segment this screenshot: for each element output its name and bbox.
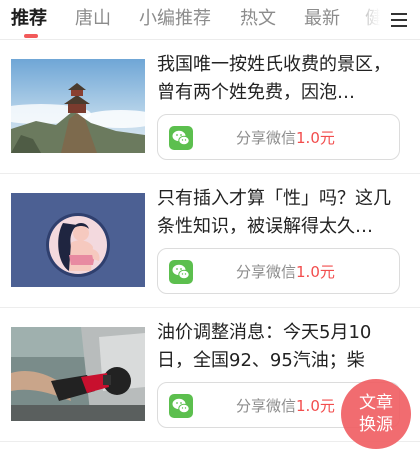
article-title[interactable]: 只有插入才算「性」吗？这几条性知识，被误解得太久… <box>157 185 397 241</box>
hamburger-menu-icon[interactable] <box>380 0 420 39</box>
share-price: 1.0元 <box>296 263 335 281</box>
article-title[interactable]: 油价调整消息：今天5月10日，全国92、95汽油；柴油… <box>157 319 397 375</box>
mountain-pagoda-image[interactable] <box>11 59 145 153</box>
share-wechat-button[interactable]: 分享微信1.0元 <box>157 248 400 294</box>
share-price: 1.0元 <box>296 397 335 415</box>
tab-fade-overlay <box>350 0 380 39</box>
fuel-nozzle-car-image[interactable] <box>11 327 145 421</box>
mountain-pagoda-illustration <box>11 59 145 153</box>
share-text: 分享微信 <box>236 397 297 415</box>
app-root: 推荐 唐山 小编推荐 热文 最新 健 <box>0 0 420 455</box>
illustration-woman-circle-image[interactable] <box>11 193 145 287</box>
share-label: 分享微信1.0元 <box>236 396 335 416</box>
tab-recommend[interactable]: 推荐 <box>11 7 47 31</box>
menu-bar-bottom <box>391 25 407 27</box>
article-feed: 我国唯一按姓氏收费的景区，曾有两个姓免费，因泡… 分享微信1.0元 只有插入才算… <box>0 40 420 442</box>
woman-illustration <box>11 193 145 287</box>
share-text: 分享微信 <box>236 129 297 147</box>
tab-latest[interactable]: 最新 <box>304 7 340 31</box>
wechat-icon <box>169 260 193 284</box>
wechat-icon <box>169 126 193 150</box>
menu-bar-top <box>391 13 407 15</box>
share-wechat-button[interactable]: 分享微信1.0元 <box>157 114 400 160</box>
article-item[interactable]: 我国唯一按姓氏收费的景区，曾有两个姓免费，因泡… 分享微信1.0元 <box>0 40 420 174</box>
tab-tangshan[interactable]: 唐山 <box>75 7 111 31</box>
active-tab-indicator <box>24 34 38 38</box>
fuel-nozzle-illustration <box>11 327 145 421</box>
share-price: 1.0元 <box>296 129 335 147</box>
menu-bar-middle <box>391 19 407 21</box>
share-label: 分享微信1.0元 <box>236 262 335 282</box>
switch-source-line1: 文章 <box>359 393 393 413</box>
article-item[interactable]: 只有插入才算「性」吗？这几条性知识，被误解得太久… 分享微信1.0元 <box>0 174 420 308</box>
share-text: 分享微信 <box>236 263 297 281</box>
switch-source-button[interactable]: 文章 换源 <box>341 379 411 449</box>
wechat-icon <box>169 394 193 418</box>
category-tab-bar: 推荐 唐山 小编推荐 热文 最新 健 <box>0 0 420 40</box>
article-title[interactable]: 我国唯一按姓氏收费的景区，曾有两个姓免费，因泡… <box>157 51 397 107</box>
tab-hot[interactable]: 热文 <box>240 7 276 31</box>
share-label: 分享微信1.0元 <box>236 128 335 148</box>
tab-editor-picks[interactable]: 小编推荐 <box>139 7 211 31</box>
switch-source-line2: 换源 <box>359 415 393 435</box>
